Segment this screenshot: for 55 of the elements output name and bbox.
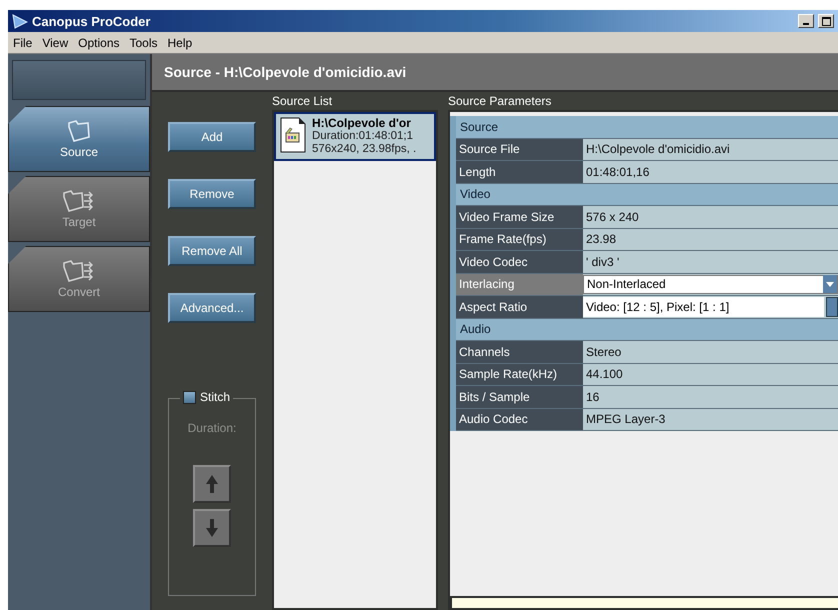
property-label[interactable]: Source File <box>456 138 583 160</box>
property-label[interactable]: Audio Codec <box>456 408 583 430</box>
property-value: H:\Colpevole d'omicidio.avi <box>583 138 838 160</box>
property-value: 01:48:01,16 <box>583 161 838 182</box>
property-label[interactable]: Sample Rate(kHz) <box>456 364 583 385</box>
page-title: Source - H:\Colpevole d'omicidio.avi <box>152 54 838 92</box>
menu-item[interactable]: Tools <box>124 36 163 50</box>
section-header[interactable]: Audio <box>456 318 838 341</box>
property-value: 16 <box>583 386 838 408</box>
move-up-button[interactable] <box>193 465 231 503</box>
property-label[interactable]: Length <box>456 161 583 182</box>
property-label[interactable]: Aspect Ratio <box>456 296 583 318</box>
menu-item[interactable]: Options <box>73 36 124 50</box>
move-down-button[interactable] <box>193 509 231 547</box>
minimize-button[interactable] <box>798 14 814 28</box>
property-label[interactable]: Frame Rate(fps) <box>456 228 583 250</box>
action-button[interactable]: Add <box>168 122 256 152</box>
interlacing-dropdown[interactable]: Non-Interlaced <box>583 274 838 294</box>
stitch-label: Stitch <box>200 390 230 404</box>
stitch-checkbox[interactable] <box>183 390 196 404</box>
property-value: 44.100 <box>583 364 838 385</box>
source-parameters-label: Source Parameters <box>448 94 552 110</box>
source-list-item[interactable]: H:\Colpevole d'or Duration:01:48:01;1 576x240, 23.98fps, . <box>274 112 436 161</box>
property-value: 23.98 <box>583 228 838 250</box>
down-arrow-icon <box>206 519 218 537</box>
duration-label: Duration: <box>188 421 236 435</box>
dropdown-arrow-icon <box>826 282 834 287</box>
property-label[interactable]: Interlacing <box>456 274 583 295</box>
action-button[interactable]: Advanced... <box>168 293 256 323</box>
section-header[interactable]: Video <box>456 184 838 206</box>
source-list-label: Source List <box>272 94 334 110</box>
property-value: 576 x 240 <box>583 206 838 228</box>
property-label[interactable]: Bits / Sample <box>456 386 583 408</box>
property-label[interactable]: Video Frame Size <box>456 206 583 228</box>
nav-tab[interactable]: Source <box>8 106 150 172</box>
action-button[interactable]: Remove <box>168 179 256 209</box>
maximize-icon <box>822 16 830 26</box>
property-value: ' div3 ' <box>583 251 838 272</box>
property-value: Stereo <box>583 341 838 362</box>
action-button[interactable]: Remove All <box>168 236 256 266</box>
video-file-icon <box>280 117 306 153</box>
maximize-button[interactable] <box>818 14 834 28</box>
menu-item[interactable]: File <box>8 36 38 50</box>
window-title: Canopus ProCoder <box>32 14 150 28</box>
app-logo-icon <box>12 13 28 29</box>
folder-icon <box>66 119 92 143</box>
property-label[interactable]: Channels <box>456 341 583 362</box>
up-arrow-icon <box>206 475 218 493</box>
aspect-ratio-field[interactable]: Video: [12 : 5], Pixel: [1 : 1] <box>583 297 824 316</box>
browse-button[interactable] <box>826 296 838 317</box>
section-header[interactable]: Source <box>456 116 838 138</box>
menu-item[interactable]: Help <box>162 36 198 50</box>
property-label[interactable]: Video Codec <box>456 251 583 272</box>
menu-item[interactable]: View <box>37 36 74 50</box>
property-value: MPEG Layer-3 <box>583 408 838 430</box>
